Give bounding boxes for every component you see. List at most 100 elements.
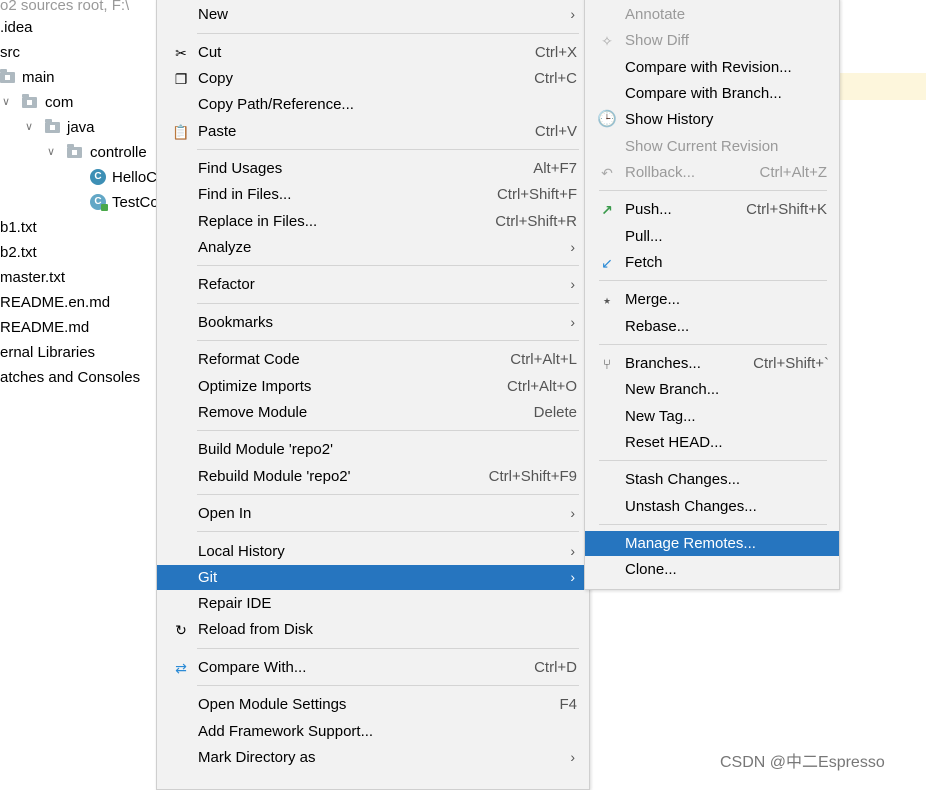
git-item-rollback[interactable]: ↶ Rollback... Ctrl+Alt+Z <box>585 160 839 185</box>
menu-item-remove-module[interactable]: Remove Module Delete <box>157 400 589 425</box>
chevron-down-icon[interactable]: ∨ <box>23 115 35 140</box>
menu-item-label: Manage Remotes... <box>625 535 756 552</box>
menu-separator <box>197 303 579 304</box>
chevron-right-icon: › <box>570 239 575 255</box>
tree-item-label: atches and Consoles <box>0 369 141 386</box>
menu-item-label: Annotate <box>625 6 686 23</box>
git-item-clone[interactable]: Clone... <box>585 557 839 582</box>
tree-item-label: controlle <box>90 144 147 161</box>
context-menu: New › ✂ Cut Ctrl+X ❐ Copy Ctrl+C Copy Pa… <box>156 0 590 790</box>
folder-icon <box>67 144 82 158</box>
menu-item-label: Find in Files... <box>198 186 292 203</box>
git-item-merge[interactable]: ⭑ Merge... <box>585 287 839 312</box>
git-item-branches[interactable]: ⑂ Branches... Ctrl+Shift+` <box>585 351 839 376</box>
menu-separator <box>197 494 579 495</box>
chevron-right-icon: › <box>570 6 575 22</box>
folder-icon <box>0 69 15 83</box>
menu-item-label: Copy <box>198 70 234 87</box>
menu-item-new[interactable]: New › <box>157 2 589 27</box>
copy-icon: ❐ <box>174 71 188 87</box>
git-item-new-branch[interactable]: New Branch... <box>585 377 839 402</box>
menu-item-label: Show Current Revision <box>625 138 779 155</box>
menu-item-label: Compare With... <box>198 659 307 676</box>
menu-item-rebuild-module[interactable]: Rebuild Module 'repo2' Ctrl+Shift+F9 <box>157 464 589 489</box>
menu-item-compare-with[interactable]: ⇄ Compare With... Ctrl+D <box>157 655 589 680</box>
menu-item-label: Clone... <box>625 561 677 578</box>
git-item-new-tag[interactable]: New Tag... <box>585 404 839 429</box>
menu-item-label: Unstash Changes... <box>625 498 757 515</box>
menu-item-git[interactable]: Git › <box>157 565 589 590</box>
menu-item-reload-from-disk[interactable]: ↻ Reload from Disk <box>157 617 589 642</box>
menu-item-open-module-settings[interactable]: Open Module Settings F4 <box>157 692 589 717</box>
tree-item-label: ernal Libraries <box>0 344 96 361</box>
menu-item-reformat-code[interactable]: Reformat Code Ctrl+Alt+L <box>157 347 589 372</box>
branch-icon: ⑂ <box>602 356 612 372</box>
menu-item-copy-path[interactable]: Copy Path/Reference... <box>157 92 589 117</box>
menu-separator <box>197 531 579 532</box>
menu-item-label: Rebuild Module 'repo2' <box>198 468 351 485</box>
menu-separator <box>197 685 579 686</box>
tree-item-label: master.txt <box>0 269 66 286</box>
menu-item-paste[interactable]: 📋 Paste Ctrl+V <box>157 119 589 144</box>
menu-item-copy[interactable]: ❐ Copy Ctrl+C <box>157 66 589 91</box>
menu-separator <box>197 430 579 431</box>
chevron-down-icon[interactable]: ∨ <box>0 90 12 115</box>
menu-item-cut[interactable]: ✂ Cut Ctrl+X <box>157 40 589 65</box>
git-item-compare-branch[interactable]: Compare with Branch... <box>585 81 839 106</box>
git-item-compare-revision[interactable]: Compare with Revision... <box>585 55 839 80</box>
project-tree: o2 sources root, F:\ .idea src main ∨ co… <box>0 0 160 780</box>
git-item-stash-changes[interactable]: Stash Changes... <box>585 467 839 492</box>
git-item-show-current-revision[interactable]: Show Current Revision <box>585 134 839 159</box>
menu-item-analyze[interactable]: Analyze › <box>157 235 589 260</box>
git-item-manage-remotes[interactable]: Manage Remotes... <box>585 531 839 556</box>
menu-item-optimize-imports[interactable]: Optimize Imports Ctrl+Alt+O <box>157 374 589 399</box>
menu-item-mark-directory-as[interactable]: Mark Directory as › <box>157 745 589 770</box>
menu-item-find-usages[interactable]: Find Usages Alt+F7 <box>157 156 589 181</box>
menu-item-local-history[interactable]: Local History › <box>157 539 589 564</box>
menu-item-label: Analyze <box>198 239 252 256</box>
menu-item-label: Reset HEAD... <box>625 434 723 451</box>
chevron-right-icon: › <box>570 276 575 292</box>
tree-item-label: TestCo <box>112 194 159 211</box>
git-item-fetch[interactable]: ↙ Fetch <box>585 250 839 275</box>
menu-item-shortcut: Ctrl+Alt+O <box>506 378 577 395</box>
git-item-pull[interactable]: Pull... <box>585 224 839 249</box>
menu-item-label: Optimize Imports <box>198 378 312 395</box>
tree-item-label: README.md <box>0 319 90 336</box>
git-item-unstash-changes[interactable]: Unstash Changes... <box>585 494 839 519</box>
menu-item-shortcut: F4 <box>559 696 577 713</box>
menu-item-shortcut: Ctrl+C <box>534 70 577 87</box>
menu-item-repair-ide[interactable]: Repair IDE <box>157 591 589 616</box>
git-item-annotate[interactable]: Annotate <box>585 2 839 27</box>
menu-item-label: Remove Module <box>198 404 308 421</box>
menu-item-label: New Tag... <box>625 408 696 425</box>
tree-item-label: java <box>67 119 95 136</box>
scissors-icon: ✂ <box>175 45 187 61</box>
menu-item-shortcut: Ctrl+X <box>534 44 577 61</box>
menu-item-find-in-files[interactable]: Find in Files... Ctrl+Shift+F <box>157 182 589 207</box>
push-arrow-icon: ↗ <box>601 202 613 218</box>
git-item-push[interactable]: ↗ Push... Ctrl+Shift+K <box>585 197 839 222</box>
menu-item-add-framework-support[interactable]: Add Framework Support... <box>157 719 589 744</box>
menu-separator <box>197 340 579 341</box>
tree-item-label: b1.txt <box>0 219 37 236</box>
menu-item-label: Git <box>198 569 218 586</box>
menu-item-open-in[interactable]: Open In › <box>157 501 589 526</box>
menu-separator <box>197 648 579 649</box>
menu-item-shortcut: Ctrl+Shift+K <box>746 201 827 218</box>
menu-item-build-module[interactable]: Build Module 'repo2' <box>157 437 589 462</box>
folder-icon <box>22 94 37 108</box>
tree-item-label: README.en.md <box>0 294 111 311</box>
git-item-rebase[interactable]: Rebase... <box>585 314 839 339</box>
chevron-down-icon[interactable]: ∨ <box>45 140 57 165</box>
menu-item-label: Rebase... <box>625 318 690 335</box>
menu-item-refactor[interactable]: Refactor › <box>157 272 589 297</box>
git-item-show-history[interactable]: 🕒 Show History <box>585 107 839 132</box>
git-item-show-diff[interactable]: ✧ Show Diff <box>585 28 839 53</box>
git-item-reset-head[interactable]: Reset HEAD... <box>585 430 839 455</box>
menu-item-bookmarks[interactable]: Bookmarks › <box>157 310 589 335</box>
menu-item-replace-in-files[interactable]: Replace in Files... Ctrl+Shift+R <box>157 209 589 234</box>
menu-item-label: Reload from Disk <box>198 621 314 638</box>
clock-icon: 🕒 <box>597 111 617 128</box>
menu-item-label: Add Framework Support... <box>198 723 374 740</box>
